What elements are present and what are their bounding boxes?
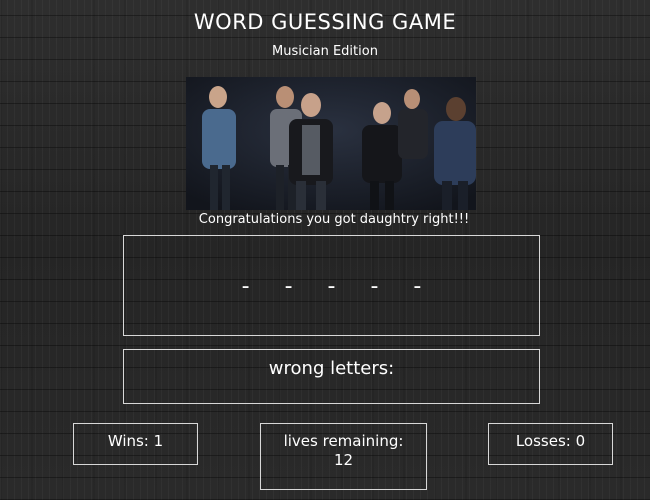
lives-value: 12 [333, 451, 354, 469]
band-photo-image [186, 77, 476, 210]
word-display-box: - - - - - [123, 235, 540, 336]
lives-box: lives remaining: 12 [260, 423, 427, 490]
band-photo [186, 77, 476, 210]
word-blanks: - - - - - [241, 274, 436, 299]
losses-box: Losses: 0 [488, 423, 613, 465]
wins-label: Wins: 1 [107, 432, 164, 450]
page-title: WORD GUESSING GAME [193, 10, 457, 34]
lives-label: lives remaining: [283, 432, 404, 450]
losses-label: Losses: 0 [515, 432, 586, 450]
wins-box: Wins: 1 [73, 423, 198, 465]
wrong-letters-label: wrong letters: [268, 358, 395, 379]
page-subtitle: Musician Edition [272, 44, 378, 59]
result-message: Congratulations you got daughtry right!!… [198, 212, 470, 227]
wrong-letters-box: wrong letters: [123, 349, 540, 404]
